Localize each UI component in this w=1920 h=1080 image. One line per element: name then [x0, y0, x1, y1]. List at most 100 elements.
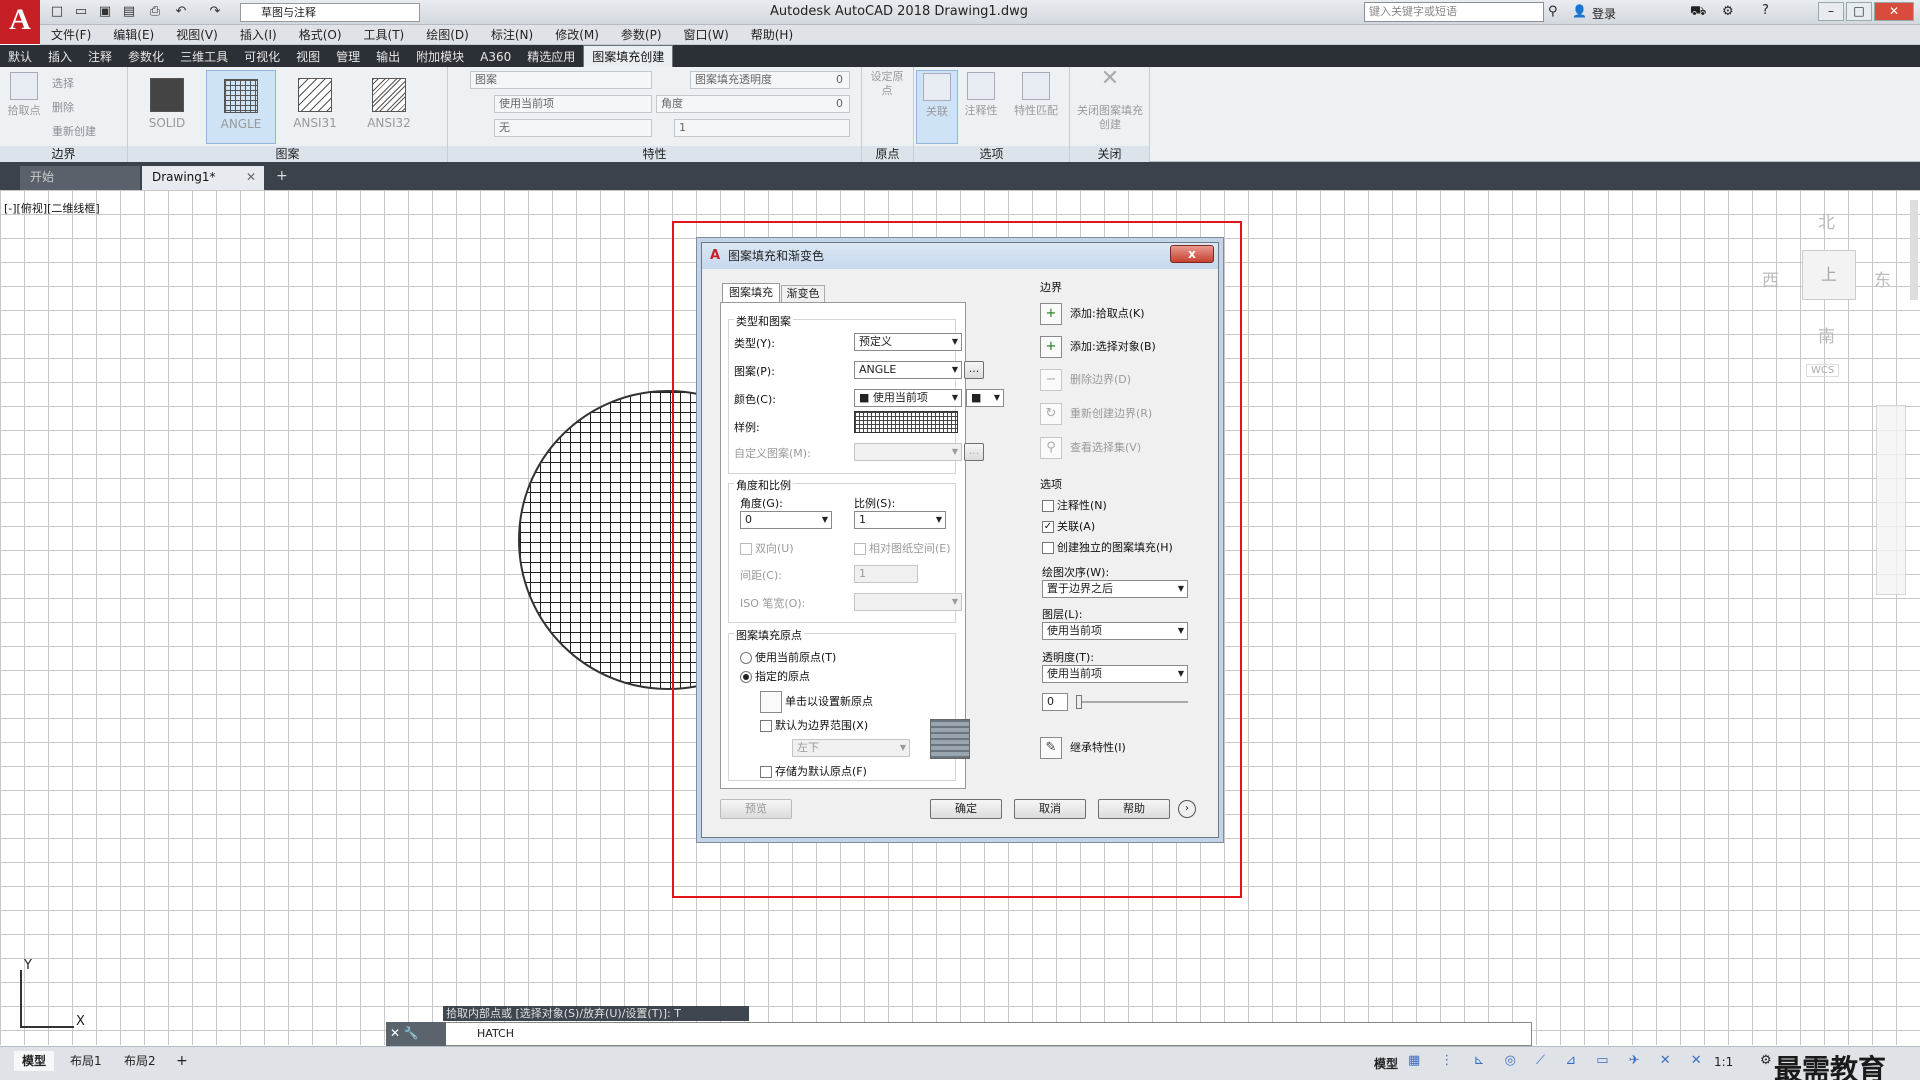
recreate-boundary-button[interactable]: ↻ 重新创建边界(R) — [1040, 403, 1152, 425]
tab-addins[interactable]: 附加模块 — [408, 46, 472, 68]
menu-modify[interactable]: 修改(M) — [544, 25, 610, 45]
remove-button[interactable]: 删除 — [52, 99, 74, 115]
view-selections-button[interactable]: ⚲ 查看选择集(V) — [1040, 437, 1141, 459]
transparency-field[interactable]: 图案填充透明度 0 — [690, 71, 850, 89]
close-button[interactable]: ✕ — [1874, 2, 1914, 21]
menu-file[interactable]: 文件(F) — [40, 25, 102, 45]
tab-visualize[interactable]: 可视化 — [236, 46, 288, 68]
menu-window[interactable]: 窗口(W) — [673, 25, 740, 45]
tab-annotate[interactable]: 注释 — [80, 46, 120, 68]
angle-field[interactable]: 角度 0 — [656, 95, 850, 113]
model-space-button[interactable]: 模型 — [1374, 1055, 1398, 1072]
tab-insert[interactable]: 插入 — [40, 46, 80, 68]
background-color-select[interactable]: ■ ▼ — [966, 389, 1004, 407]
save-icon[interactable]: ▣ — [96, 3, 114, 21]
hatch-color-combo[interactable]: 使用当前项 — [494, 95, 652, 113]
menu-insert[interactable]: 插入(I) — [229, 25, 288, 45]
background-color-combo[interactable]: 无 — [494, 119, 652, 137]
transparency-value[interactable]: 0 — [1042, 693, 1068, 711]
tab-hatch-creation[interactable]: 图案填充创建 — [583, 45, 674, 68]
viewcube[interactable]: 上 — [1802, 250, 1856, 300]
cart-icon[interactable]: ⛟ — [1690, 4, 1706, 21]
relative-paperspace-checkbox[interactable]: 相对图纸空间(E) — [854, 540, 951, 556]
binoculars-icon[interactable]: ⚲ — [1548, 4, 1558, 19]
remove-boundaries-button[interactable]: − 删除边界(D) — [1040, 369, 1131, 391]
new-tab-icon[interactable]: + — [276, 168, 288, 184]
save-as-icon[interactable]: ▤ — [120, 3, 138, 21]
origin-panel-title[interactable]: 原点 — [862, 146, 913, 162]
select-button[interactable]: 选择 — [52, 75, 74, 91]
redo-icon[interactable]: ↷ — [206, 3, 224, 21]
default-boundary-checkbox[interactable]: 默认为边界范围(X) — [760, 717, 868, 733]
recreate-button[interactable]: 重新创建 — [52, 123, 96, 139]
spacing-input[interactable]: 1 — [854, 565, 918, 583]
compass-south[interactable]: 南 — [1818, 322, 1835, 347]
menu-dimension[interactable]: 标注(N) — [480, 25, 544, 45]
specified-origin-radio[interactable]: 指定的原点 — [740, 668, 810, 684]
viewport-label[interactable]: [-][俯视][二维线框] — [4, 200, 100, 216]
compass-east[interactable]: 东 — [1874, 266, 1891, 291]
tab-manage[interactable]: 管理 — [328, 46, 368, 68]
tab-view[interactable]: 视图 — [288, 46, 328, 68]
menu-edit[interactable]: 编辑(E) — [102, 25, 165, 45]
pattern-solid[interactable]: SOLID — [132, 70, 202, 144]
a360-icon[interactable]: ⚙ — [1722, 4, 1734, 19]
ok-button[interactable]: 确定 — [930, 799, 1002, 819]
tab-layout2[interactable]: 布局2 — [116, 1051, 164, 1071]
command-text[interactable]: HATCH — [477, 1027, 514, 1040]
wcs-menu[interactable]: WCS — [1806, 364, 1840, 377]
annotative-button[interactable]: 注释性 — [960, 70, 1002, 118]
preview-button[interactable]: 预览 — [720, 799, 792, 819]
print-icon[interactable]: ⎙ — [146, 3, 164, 21]
layer-select[interactable]: 使用当前项 ▼ — [1042, 622, 1188, 640]
tab-parametric[interactable]: 参数化 — [120, 46, 172, 68]
set-origin-button[interactable]: 设定原点 — [866, 70, 908, 98]
type-select[interactable]: 预定义 ▼ — [854, 333, 962, 351]
pattern-ansi31[interactable]: ANSI31 — [280, 70, 350, 144]
login-link[interactable]: 登录 — [1592, 5, 1616, 22]
command-line[interactable]: HATCH — [386, 1022, 1532, 1046]
tab-a360[interactable]: A360 — [472, 46, 519, 68]
menu-tools[interactable]: 工具(T) — [353, 25, 416, 45]
help-icon[interactable]: ? — [1762, 3, 1769, 18]
tab-default[interactable]: 默认 — [0, 46, 40, 68]
open-icon[interactable]: ▭ — [72, 3, 90, 21]
help-button[interactable]: 帮助 — [1098, 799, 1170, 819]
origin-position-select[interactable]: 左下 ▼ — [792, 739, 910, 757]
add-layout-icon[interactable]: + — [176, 1053, 188, 1069]
tab-start[interactable]: 开始 — [20, 166, 140, 190]
cancel-button[interactable]: 取消 — [1014, 799, 1086, 819]
menu-parametric[interactable]: 参数(P) — [610, 25, 673, 45]
workspace-select[interactable]: 草图与注释 — [240, 3, 420, 22]
settings-icon[interactable]: ⚙ — [1760, 1053, 1772, 1068]
inherit-properties-button[interactable]: ✎ 继承特性(I) — [1040, 737, 1126, 759]
menu-draw[interactable]: 绘图(D) — [415, 25, 480, 45]
match-properties-button[interactable]: 特性匹配 — [1008, 70, 1064, 118]
draw-order-select[interactable]: 置于边界之后 ▼ — [1042, 580, 1188, 598]
autocad-logo-icon[interactable]: A — [0, 0, 40, 44]
use-current-origin-radio[interactable]: 使用当前原点(T) — [740, 649, 836, 665]
more-options-icon[interactable]: › — [1178, 800, 1196, 818]
tab-featured[interactable]: 精选应用 — [519, 46, 583, 68]
annotation-scale[interactable]: 1:1 — [1714, 1055, 1733, 1069]
hatch-type-combo[interactable]: 图案 — [470, 71, 652, 89]
transparency-slider-track[interactable] — [1076, 701, 1188, 703]
options-panel-title[interactable]: 选项 — [914, 146, 1069, 162]
tab-hatch[interactable]: 图案填充 — [722, 283, 780, 302]
dialog-close-button[interactable]: x — [1170, 245, 1214, 263]
close-hatch-creation-button[interactable]: ✕ 关闭图案填充创建 — [1074, 68, 1146, 132]
pattern-browse-button[interactable]: ... — [964, 361, 984, 379]
pattern-swatch[interactable] — [854, 411, 958, 433]
menu-format[interactable]: 格式(O) — [288, 25, 353, 45]
color-select[interactable]: ■ 使用当前项 ▼ — [854, 389, 962, 407]
menu-help[interactable]: 帮助(H) — [740, 25, 804, 45]
tab-model[interactable]: 模型 — [14, 1051, 55, 1071]
boundary-panel-title[interactable]: 边界 — [0, 146, 127, 162]
transparency-select[interactable]: 使用当前项 ▼ — [1042, 665, 1188, 683]
compass-west[interactable]: 西 — [1762, 266, 1779, 291]
scale-select[interactable]: 1 ▼ — [854, 511, 946, 529]
new-icon[interactable]: □ — [48, 3, 66, 21]
add-select-objects-button[interactable]: + 添加:选择对象(B) — [1040, 336, 1156, 358]
associative-checkbox[interactable]: ✓ 关联(A) — [1042, 518, 1095, 534]
custom-browse-button[interactable]: ... — [964, 443, 984, 461]
